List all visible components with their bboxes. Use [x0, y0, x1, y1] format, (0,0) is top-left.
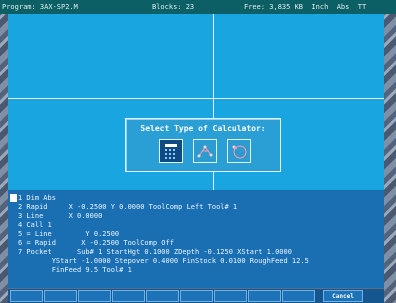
program-line-7[interactable]: 7 Pocket Sub# 1 StartHgt 0.1000 ZDepth -…: [18, 248, 292, 256]
softkey-1[interactable]: [10, 290, 43, 302]
circle-calculator-button[interactable]: [227, 139, 251, 163]
geometry-points-icon: [197, 145, 213, 158]
status-titlebar: Program: 3AX-SP2.M Blocks: 23 Free: 3,83…: [0, 0, 396, 14]
cancel-button[interactable]: Cancel: [323, 290, 363, 302]
calculator-type-dialog: Select Type of Calculator:: [125, 118, 281, 172]
background-texture-right: [384, 0, 396, 303]
softkey-3[interactable]: [78, 290, 111, 302]
memory-status: Free: 3,835 KB Inch Abs TT: [244, 3, 367, 11]
softkey-2[interactable]: [44, 290, 77, 302]
softkey-9[interactable]: [282, 290, 315, 302]
program-line-6[interactable]: 6 = Rapid X -0.2500 ToolComp Off: [18, 239, 174, 247]
softkey-6[interactable]: [180, 290, 213, 302]
softkey-8[interactable]: [248, 290, 281, 302]
program-line-2[interactable]: 2 Rapid X -0.2500 Y 0.0000 ToolComp Left…: [18, 203, 237, 211]
program-line-7-cont-1[interactable]: YStart -1.0000 Stepover 0.4000 FinStock …: [18, 257, 309, 265]
circle-point-icon: [232, 145, 247, 159]
basic-calculator-button[interactable]: [159, 139, 183, 163]
text-cursor: [10, 194, 17, 202]
x-axis-line: [8, 98, 384, 99]
program-line-1[interactable]: 1 Dim Abs: [18, 194, 56, 202]
softkey-4[interactable]: [112, 290, 145, 302]
geometry-calculator-button[interactable]: [193, 139, 217, 163]
program-line-3[interactable]: 3 Line X 0.0000: [18, 212, 102, 220]
softkey-bar: Cancel: [8, 289, 384, 303]
grid-calculator-icon: [165, 144, 177, 159]
dialog-title: Select Type of Calculator:: [140, 124, 266, 133]
program-line-4[interactable]: 4 Call 1: [18, 221, 52, 229]
program-line-5[interactable]: 5 = Line Y 0.2500: [18, 230, 119, 238]
softkey-7[interactable]: [214, 290, 247, 302]
program-line-7-cont-2[interactable]: FinFeed 9.5 Tool# 1: [18, 266, 132, 274]
program-name: Program: 3AX-SP2.M: [2, 3, 78, 11]
block-count: Blocks: 23: [152, 3, 195, 11]
softkey-5[interactable]: [146, 290, 179, 302]
program-listing[interactable]: 1 Dim Abs 2 Rapid X -0.2500 Y 0.0000 Too…: [8, 190, 384, 288]
